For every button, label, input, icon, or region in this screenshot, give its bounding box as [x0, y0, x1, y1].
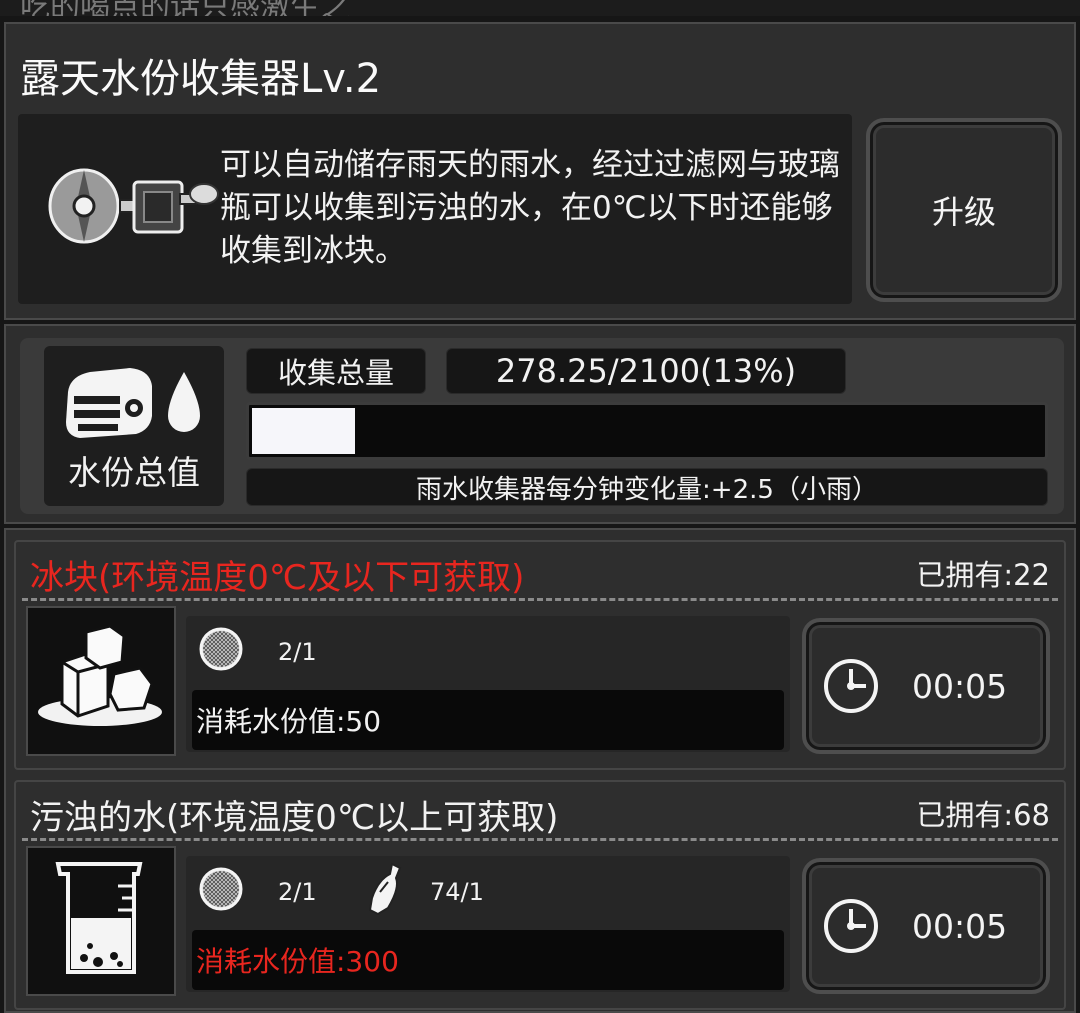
dashed-divider — [22, 598, 1058, 601]
water-progress-fill — [252, 408, 356, 454]
water-panel: 水份总值 收集总量 278.25/2100(13%) 雨水收集器每分钟变化量:+… — [4, 324, 1076, 524]
water-icon-box: 水份总值 — [44, 346, 224, 506]
cost-amount: 2/1 — [278, 878, 317, 906]
clock-icon — [824, 899, 878, 953]
recipe-ice: 冰块(环境温度0℃及以下可获取) 已拥有:22 2/1 消耗水份值:50 00:… — [14, 540, 1066, 770]
recipe-title: 污浊的水(环境温度0℃以上可获取) — [30, 798, 559, 838]
cost-area: 2/1 74/1 消耗水份值:300 — [186, 856, 790, 992]
water-consumption: 消耗水份值:50 — [192, 690, 784, 750]
clock-icon — [824, 659, 878, 713]
building-title: 露天水份收集器Lv.2 — [20, 56, 382, 102]
water-progress-bar — [246, 402, 1048, 460]
dashed-divider — [22, 838, 1058, 841]
filter-mesh-icon — [199, 867, 243, 911]
collected-total-label: 收集总量 — [246, 348, 426, 394]
craft-timer-button[interactable]: 00:05 — [802, 618, 1050, 754]
water-inner: 水份总值 收集总量 278.25/2100(13%) 雨水收集器每分钟变化量:+… — [20, 338, 1064, 514]
dirty-water-beaker-icon — [55, 862, 143, 974]
timer-label: 00:05 — [912, 906, 1008, 946]
timer-label: 00:05 — [912, 666, 1008, 706]
ice-cubes-icon — [38, 624, 162, 726]
recipe-title: 冰块(环境温度0℃及以下可获取) — [30, 558, 525, 598]
owned-count: 已拥有:68 — [916, 798, 1050, 832]
craft-timer-button[interactable]: 00:05 — [802, 858, 1050, 994]
top-background-strip: 吃的喝点的话只感激生之 — [0, 0, 1080, 16]
water-collector-drop-icon — [66, 368, 200, 438]
item-image — [26, 606, 176, 756]
water-collector-machine-icon — [48, 168, 219, 244]
glass-bottle-icon — [368, 862, 402, 916]
owned-count: 已拥有:22 — [916, 558, 1050, 592]
background-text: 吃的喝点的话只感激生之 — [20, 0, 350, 16]
water-consumption: 消耗水份值:300 — [192, 930, 784, 990]
upgrade-button-label: 升级 — [931, 193, 996, 231]
collected-total-value: 278.25/2100(13%) — [446, 348, 846, 394]
cost-area: 2/1 消耗水份值:50 — [186, 616, 790, 752]
collection-rate: 雨水收集器每分钟变化量:+2.5（小雨） — [246, 468, 1048, 506]
description-box: 可以自动储存雨天的雨水，经过过滤网与玻璃瓶可以收集到污浊的水，在0℃以下时还能够… — [18, 114, 852, 304]
cost-amount: 2/1 — [278, 638, 317, 666]
building-description: 可以自动储存雨天的雨水，经过过滤网与玻璃瓶可以收集到污浊的水，在0℃以下时还能够… — [220, 147, 840, 269]
cost-amount: 74/1 — [430, 878, 484, 906]
upgrade-button[interactable]: 升级 — [866, 118, 1062, 302]
item-image — [26, 846, 176, 996]
filter-mesh-icon — [199, 627, 243, 671]
recipe-dirty-water: 污浊的水(环境温度0℃以上可获取) 已拥有:68 2/1 74/1 消耗水份值:… — [14, 780, 1066, 1010]
water-total-label: 水份总值 — [68, 453, 200, 492]
